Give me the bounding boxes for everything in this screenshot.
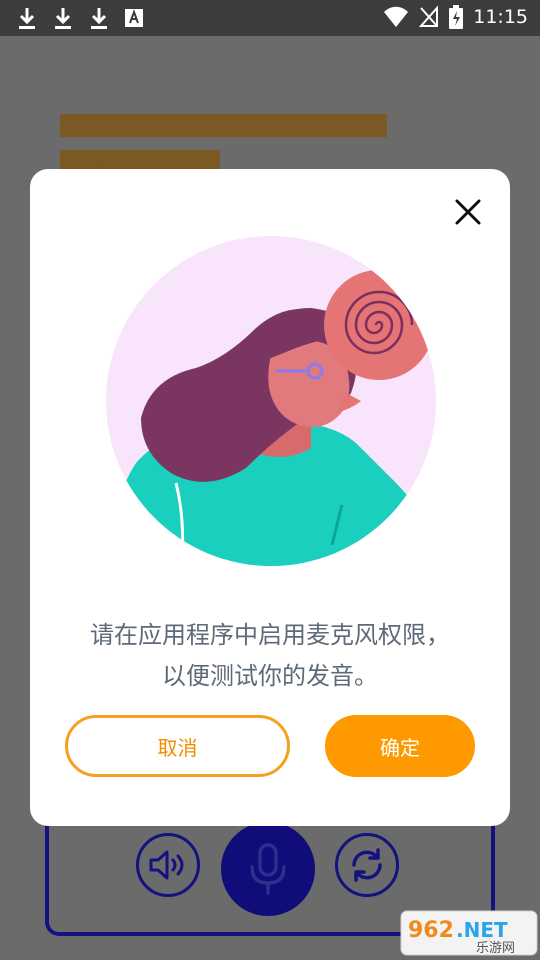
download-icon — [55, 8, 71, 29]
refresh-icon — [352, 848, 382, 882]
woman-speaking-illustration — [106, 236, 436, 566]
speaker-button[interactable] — [136, 833, 200, 897]
download-icon — [91, 8, 107, 29]
close-button[interactable] — [450, 194, 486, 230]
practice-hint-line1: Add words to your glossary and practice — [60, 114, 387, 137]
close-icon — [455, 199, 481, 225]
svg-text:962: 962 — [408, 918, 454, 943]
font-a-icon — [125, 9, 143, 27]
microphone-permission-dialog: 请在应用程序中启用麦克风权限， 以便测试你的发音。 取消 确定 — [30, 169, 510, 826]
confirm-button[interactable]: 确定 — [325, 715, 475, 777]
download-icon — [19, 8, 35, 29]
refresh-button[interactable] — [335, 833, 399, 897]
permission-message-line2: 以便测试你的发音。 — [162, 662, 378, 690]
status-notifications — [16, 6, 144, 30]
status-system: 11:15 — [383, 5, 528, 29]
svg-text:乐游网: 乐游网 — [476, 941, 515, 956]
svg-text:.NET: .NET — [456, 918, 508, 942]
microphone-icon — [250, 843, 286, 895]
microphone-button[interactable] — [221, 822, 315, 916]
permission-message: 请在应用程序中启用麦克风权限， 以便测试你的发音。 — [30, 615, 510, 697]
battery-charging-icon — [449, 5, 464, 29]
no-signal-icon — [419, 6, 439, 27]
watermark-logo: 962 .NET 乐游网 — [400, 910, 538, 956]
status-time: 11:15 — [473, 6, 528, 28]
permission-message-line1: 请在应用程序中启用麦克风权限， — [90, 621, 450, 649]
status-bar: 11:15 — [0, 0, 540, 36]
cancel-button[interactable]: 取消 — [65, 715, 290, 777]
wifi-icon — [384, 6, 409, 27]
speaker-icon — [149, 850, 184, 880]
